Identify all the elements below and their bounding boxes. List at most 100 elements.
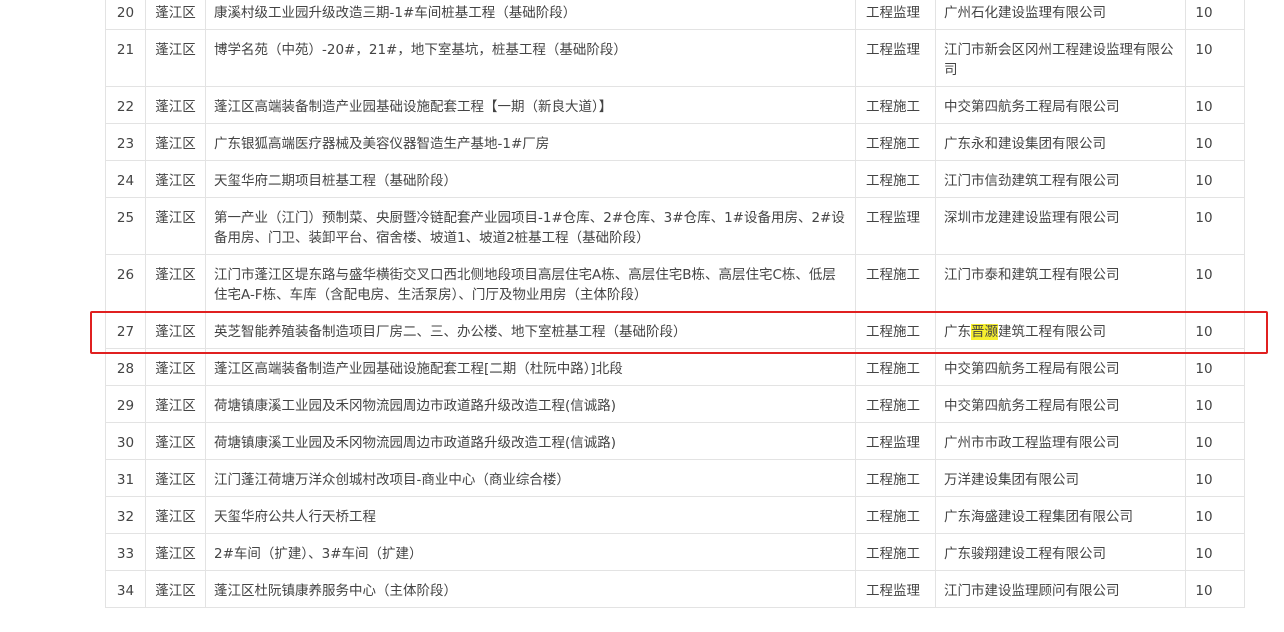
work-type-cell: 工程监理 (855, 0, 936, 30)
project-name-cell: 天玺华府二期项目桩基工程（基础阶段） (205, 160, 856, 198)
company-cell: 广州市市政工程监理有限公司 (935, 422, 1186, 460)
row-index: 27 (105, 311, 146, 349)
project-name-cell: 蓬江区高端装备制造产业园基础设施配套工程[二期（杜阮中路）]北段 (205, 348, 856, 386)
row-index: 22 (105, 86, 146, 124)
table-row: 30 蓬江区 荷塘镇康溪工业园及禾冈物流园周边市政道路升级改造工程(信诚路) 工… (105, 422, 1245, 460)
company-cell: 广东永和建设集团有限公司 (935, 123, 1186, 161)
row-index: 31 (105, 459, 146, 497)
company-cell: 中交第四航务工程局有限公司 (935, 348, 1186, 386)
district-cell: 蓬江区 (145, 29, 206, 87)
project-name-cell: 江门市蓬江区堤东路与盛华横街交叉口西北侧地段项目高层住宅A栋、高层住宅B栋、高层… (205, 254, 856, 312)
table-row: 34 蓬江区 蓬江区杜阮镇康养服务中心（主体阶段） 工程监理 江门市建设监理顾问… (105, 570, 1245, 608)
work-type-cell: 工程施工 (855, 86, 936, 124)
district-cell: 蓬江区 (145, 0, 206, 30)
project-name-cell: 第一产业（江门）预制菜、央厨暨冷链配套产业园项目-1#仓库、2#仓库、3#仓库、… (205, 197, 856, 255)
project-name-cell: 2#车间（扩建）、3#车间（扩建） (205, 533, 856, 571)
table-row: 22 蓬江区 蓬江区高端装备制造产业园基础设施配套工程【一期（新良大道）】 工程… (105, 86, 1245, 124)
score-cell: 10 (1185, 123, 1245, 161)
district-cell: 蓬江区 (145, 254, 206, 312)
score-cell: 10 (1185, 348, 1245, 386)
district-cell: 蓬江区 (145, 348, 206, 386)
company-cell: 广东晋灏建筑工程有限公司 (935, 311, 1186, 349)
table-row: 33 蓬江区 2#车间（扩建）、3#车间（扩建） 工程施工 广东骏翔建设工程有限… (105, 533, 1245, 571)
row-index: 23 (105, 123, 146, 161)
table-row: 29 蓬江区 荷塘镇康溪工业园及禾冈物流园周边市政道路升级改造工程(信诚路) 工… (105, 385, 1245, 423)
score-cell: 10 (1185, 459, 1245, 497)
district-cell: 蓬江区 (145, 160, 206, 198)
score-cell: 10 (1185, 422, 1245, 460)
work-type-cell: 工程施工 (855, 160, 936, 198)
row-index: 28 (105, 348, 146, 386)
work-type-cell: 工程施工 (855, 533, 936, 571)
district-cell: 蓬江区 (145, 496, 206, 534)
score-cell: 10 (1185, 570, 1245, 608)
row-index: 30 (105, 422, 146, 460)
score-cell: 10 (1185, 86, 1245, 124)
row-index: 29 (105, 385, 146, 423)
row-index: 26 (105, 254, 146, 312)
table-row: 25 蓬江区 第一产业（江门）预制菜、央厨暨冷链配套产业园项目-1#仓库、2#仓… (105, 197, 1245, 255)
company-name-suffix: 建筑工程有限公司 (998, 324, 1106, 340)
work-type-cell: 工程施工 (855, 348, 936, 386)
score-cell: 10 (1185, 0, 1245, 30)
row-index: 21 (105, 29, 146, 87)
district-cell: 蓬江区 (145, 311, 206, 349)
score-cell: 10 (1185, 385, 1245, 423)
work-type-cell: 工程监理 (855, 29, 936, 87)
table-row: 26 蓬江区 江门市蓬江区堤东路与盛华横街交叉口西北侧地段项目高层住宅A栋、高层… (105, 254, 1245, 312)
work-type-cell: 工程施工 (855, 496, 936, 534)
search-match-highlight: 晋灏 (971, 324, 998, 340)
work-type-cell: 工程施工 (855, 459, 936, 497)
table-row: 28 蓬江区 蓬江区高端装备制造产业园基础设施配套工程[二期（杜阮中路）]北段 … (105, 348, 1245, 386)
work-type-cell: 工程施工 (855, 254, 936, 312)
district-cell: 蓬江区 (145, 197, 206, 255)
district-cell: 蓬江区 (145, 385, 206, 423)
row-index: 25 (105, 197, 146, 255)
work-type-cell: 工程监理 (855, 197, 936, 255)
project-name-cell: 康溪村级工业园升级改造三期-1#车间桩基工程（基础阶段） (205, 0, 856, 30)
company-cell: 江门市信劲建筑工程有限公司 (935, 160, 1186, 198)
company-cell: 江门市泰和建筑工程有限公司 (935, 254, 1186, 312)
company-cell: 江门市新会区冈州工程建设监理有限公司 (935, 29, 1186, 87)
company-cell: 广东海盛建设工程集团有限公司 (935, 496, 1186, 534)
page-viewport: 20 蓬江区 康溪村级工业园升级改造三期-1#车间桩基工程（基础阶段） 工程监理… (0, 0, 1284, 632)
score-cell: 10 (1185, 496, 1245, 534)
project-name-cell: 广东银狐高端医疗器械及美容仪器智造生产基地-1#厂房 (205, 123, 856, 161)
project-name-cell: 天玺华府公共人行天桥工程 (205, 496, 856, 534)
company-cell: 广州石化建设监理有限公司 (935, 0, 1186, 30)
score-cell: 10 (1185, 160, 1245, 198)
table-row: 24 蓬江区 天玺华府二期项目桩基工程（基础阶段） 工程施工 江门市信劲建筑工程… (105, 160, 1245, 198)
project-table: 20 蓬江区 康溪村级工业园升级改造三期-1#车间桩基工程（基础阶段） 工程监理… (105, 0, 1245, 608)
company-cell: 深圳市龙建建设监理有限公司 (935, 197, 1186, 255)
table-row: 23 蓬江区 广东银狐高端医疗器械及美容仪器智造生产基地-1#厂房 工程施工 广… (105, 123, 1245, 161)
company-cell: 中交第四航务工程局有限公司 (935, 86, 1186, 124)
score-cell: 10 (1185, 311, 1245, 349)
table-row-highlighted: 27 蓬江区 英芝智能养殖装备制造项目厂房二、三、办公楼、地下室桩基工程（基础阶… (105, 311, 1245, 349)
score-cell: 10 (1185, 533, 1245, 571)
project-name-cell: 英芝智能养殖装备制造项目厂房二、三、办公楼、地下室桩基工程（基础阶段） (205, 311, 856, 349)
work-type-cell: 工程施工 (855, 385, 936, 423)
district-cell: 蓬江区 (145, 123, 206, 161)
company-name-prefix: 广东 (944, 324, 971, 340)
project-table-body: 20 蓬江区 康溪村级工业园升级改造三期-1#车间桩基工程（基础阶段） 工程监理… (105, 0, 1245, 608)
company-cell: 江门市建设监理顾问有限公司 (935, 570, 1186, 608)
score-cell: 10 (1185, 254, 1245, 312)
work-type-cell: 工程监理 (855, 422, 936, 460)
company-cell: 中交第四航务工程局有限公司 (935, 385, 1186, 423)
score-cell: 10 (1185, 197, 1245, 255)
district-cell: 蓬江区 (145, 533, 206, 571)
project-name-cell: 荷塘镇康溪工业园及禾冈物流园周边市政道路升级改造工程(信诚路) (205, 385, 856, 423)
work-type-cell: 工程监理 (855, 570, 936, 608)
table-row: 20 蓬江区 康溪村级工业园升级改造三期-1#车间桩基工程（基础阶段） 工程监理… (105, 0, 1245, 30)
row-index: 33 (105, 533, 146, 571)
table-row: 32 蓬江区 天玺华府公共人行天桥工程 工程施工 广东海盛建设工程集团有限公司 … (105, 496, 1245, 534)
row-index: 32 (105, 496, 146, 534)
district-cell: 蓬江区 (145, 459, 206, 497)
project-name-cell: 蓬江区杜阮镇康养服务中心（主体阶段） (205, 570, 856, 608)
project-name-cell: 蓬江区高端装备制造产业园基础设施配套工程【一期（新良大道）】 (205, 86, 856, 124)
district-cell: 蓬江区 (145, 422, 206, 460)
score-cell: 10 (1185, 29, 1245, 87)
row-index: 34 (105, 570, 146, 608)
row-index: 20 (105, 0, 146, 30)
district-cell: 蓬江区 (145, 570, 206, 608)
